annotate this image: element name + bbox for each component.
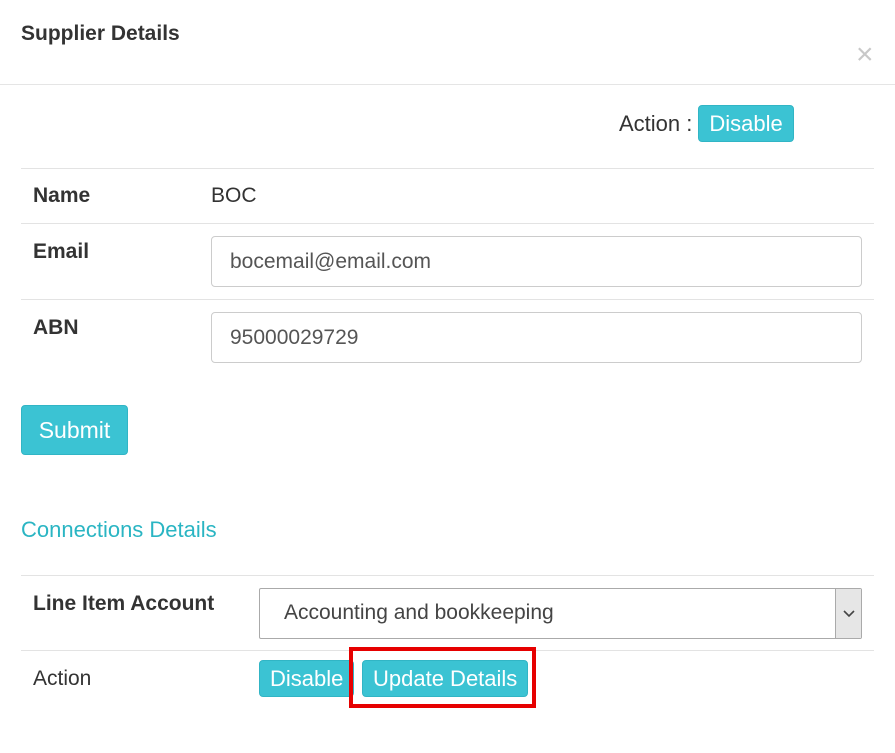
name-value: BOC	[211, 184, 257, 207]
action-label: Action :	[619, 110, 693, 136]
disable-supplier-button[interactable]: Disable	[698, 105, 794, 142]
line-item-account-select[interactable]: Accounting and bookkeeping	[259, 588, 862, 639]
line-item-account-value: Accounting and bookkeeping	[284, 601, 554, 624]
email-label: Email	[33, 240, 90, 263]
modal-header: Supplier Details ×	[0, 0, 895, 85]
chevron-down-icon[interactable]	[835, 589, 861, 638]
name-label: Name	[33, 184, 91, 207]
close-icon[interactable]: ×	[856, 40, 874, 70]
top-action-bar: Action : Disable	[619, 105, 794, 142]
divider	[21, 299, 874, 300]
connections-section-title: Connections Details	[21, 517, 217, 542]
line-item-account-label: Line Item Account	[33, 592, 215, 615]
email-field[interactable]	[211, 236, 862, 287]
abn-field[interactable]	[211, 312, 862, 363]
disable-connection-button[interactable]: Disable	[259, 660, 355, 697]
divider	[21, 575, 874, 576]
modal-title: Supplier Details	[21, 22, 180, 45]
abn-label: ABN	[33, 316, 79, 339]
divider	[21, 223, 874, 224]
submit-button[interactable]: Submit	[21, 405, 128, 455]
divider	[21, 168, 874, 169]
highlight-box	[349, 647, 536, 708]
action-row-label: Action	[33, 667, 92, 690]
